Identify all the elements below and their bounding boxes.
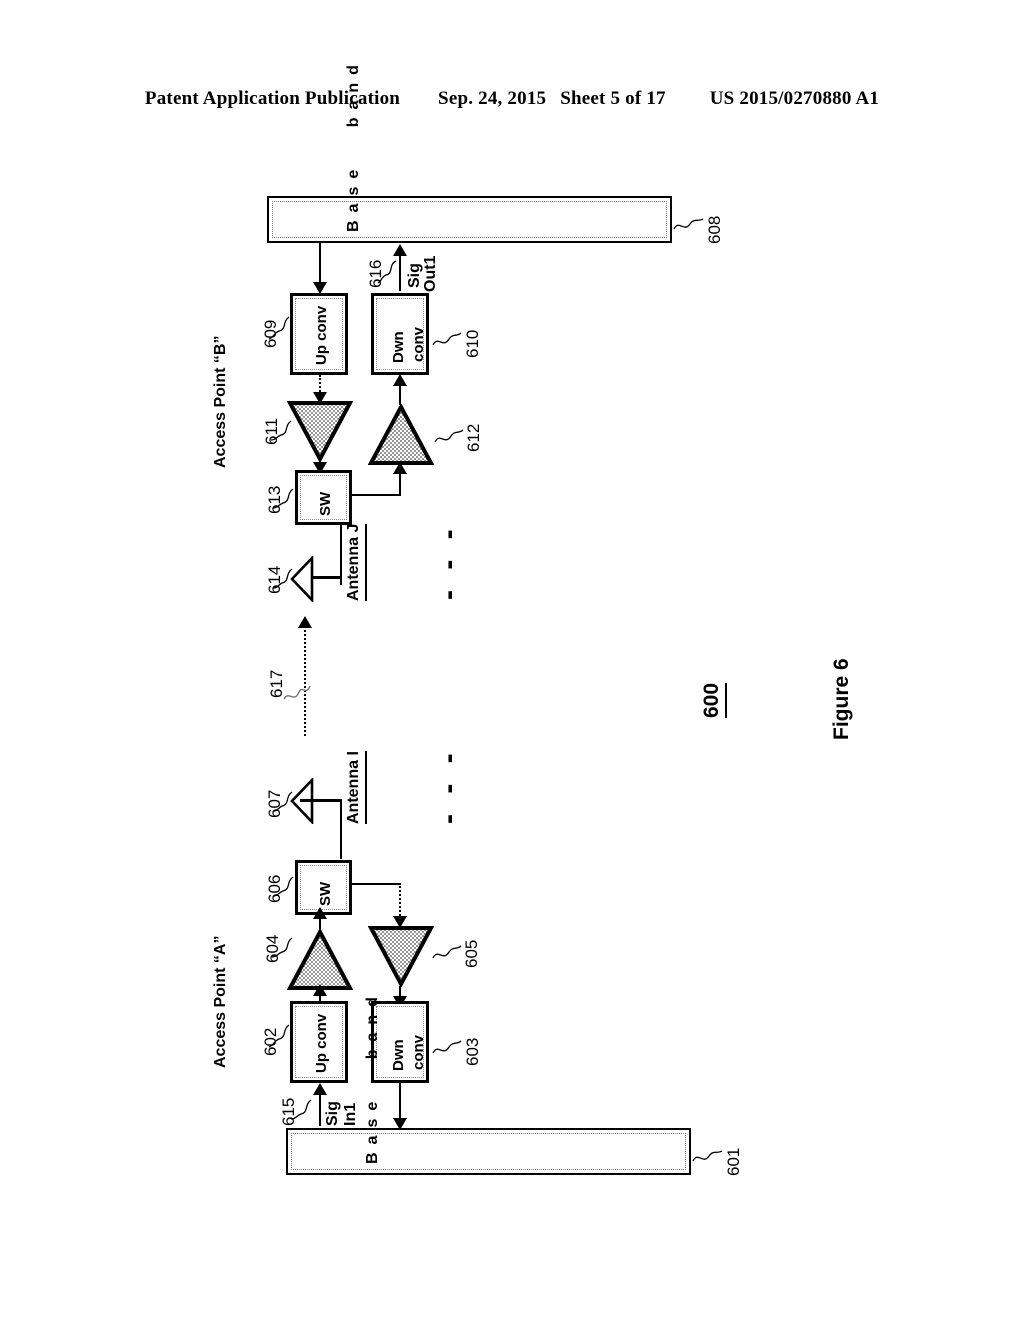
figure-number-600: 600 [700, 682, 727, 718]
ref-608: 608 [705, 215, 724, 244]
signal-in1-label-line2: In1 [342, 1102, 359, 1126]
baseband-block-601 [286, 1128, 691, 1175]
leader-613 [272, 488, 294, 509]
ref-605: 605 [462, 939, 481, 968]
conn-601-to-upconv602 [319, 1090, 321, 1126]
leader-601 [692, 1150, 723, 1162]
baseband-block-608 [267, 196, 672, 243]
leader-605 [432, 945, 462, 959]
low-noise-amplifier-605 [368, 926, 434, 987]
antenna-j-label: Antenna J [345, 523, 367, 601]
arrow-wireless-link-617 [298, 616, 312, 628]
antenna-i-feed [300, 799, 342, 802]
access-point-b-title: Access Point “B” [212, 335, 229, 468]
arrow-lna612-to-dwnconv [393, 374, 407, 386]
ref-617: 617 [267, 669, 286, 698]
conn-sw606-to-lna605-v [399, 883, 401, 919]
antenna-i-label: Antenna I [345, 751, 367, 824]
leader-616 [377, 260, 397, 284]
patent-figure-600: Access Point “B” Base band 608 616 Sig O… [0, 0, 1024, 1320]
wireless-squiggle-617 [283, 685, 311, 700]
power-amplifier-604 [287, 929, 353, 990]
conn-608-to-upconv [319, 243, 321, 285]
conn-antenna-i-to-sw606 [340, 799, 342, 859]
up-conv-block-602-label: Up conv [313, 1013, 330, 1073]
leader-609 [268, 316, 290, 340]
ref-612: 612 [464, 423, 483, 452]
ref-603: 603 [463, 1037, 482, 1066]
arrow-dwnconv-to-608 [393, 244, 407, 256]
low-noise-amplifier-612 [368, 404, 434, 465]
access-point-a-title: Access Point “A” [212, 935, 229, 1068]
arrow-601-to-upconv602 [313, 1083, 327, 1095]
up-conv-block-609-label: Up conv [313, 305, 330, 365]
baseband-block-608-label: Base band [345, 57, 362, 232]
switch-block-613-label: SW [317, 491, 334, 516]
conn-sw606-to-lna605-h [351, 883, 401, 885]
dwn-conv-block-603-label-line2: conv [410, 1034, 427, 1070]
arrow-pa604-to-sw606 [313, 907, 327, 919]
leader-611 [270, 420, 292, 441]
leader-607 [272, 791, 293, 812]
arrow-upconv602-to-pa604 [313, 984, 327, 996]
leader-606 [272, 876, 294, 897]
power-amplifier-611 [287, 401, 353, 462]
conn-sw613-to-lna612-h [351, 494, 401, 496]
signal-in1-label-line1: Sig [324, 1101, 341, 1126]
leader-614 [272, 568, 293, 589]
baseband-block-601-label: Base band [364, 989, 381, 1164]
dwn-conv-block-610-label-line1: Dwn [390, 331, 407, 363]
leader-602 [268, 1024, 290, 1048]
leader-603 [432, 1040, 462, 1054]
dwn-conv-block-610-label-line2: conv [410, 326, 427, 362]
switch-block-606-label: SW [317, 881, 334, 906]
ap-b-continuation-dashes: - - - [432, 523, 465, 600]
dwn-conv-block-603-label-line1: Dwn [390, 1039, 407, 1071]
ap-a-continuation-dashes: - - - [432, 747, 465, 824]
ref-601: 601 [724, 1147, 743, 1176]
ref-610: 610 [463, 329, 482, 358]
leader-604 [271, 937, 293, 958]
leader-615 [290, 1099, 312, 1120]
leader-612 [434, 429, 464, 443]
figure-caption: Figure 6 [830, 658, 853, 740]
signal-out1-label-line2: Out1 [422, 255, 439, 292]
leader-608 [673, 218, 704, 230]
leader-610 [432, 332, 462, 346]
arrow-sw613-to-lna612 [393, 462, 407, 474]
